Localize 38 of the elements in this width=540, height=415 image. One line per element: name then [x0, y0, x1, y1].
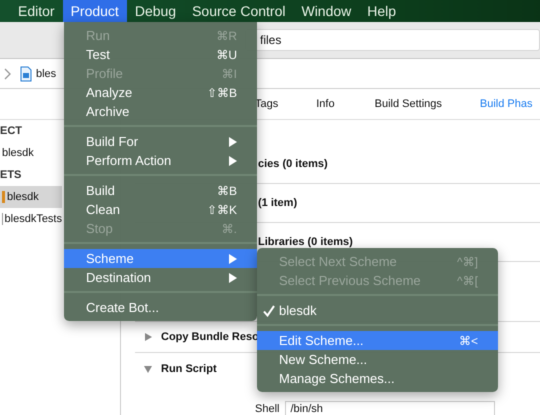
section-header: ECT — [0, 124, 23, 139]
menu-bar-item[interactable]: Source Control — [184, 0, 294, 22]
menu-item[interactable]: Create Bot... — [64, 298, 257, 317]
menu-item[interactable]: Analyze ⇧⌘B — [64, 83, 257, 102]
section-header: ETS — [0, 168, 22, 183]
menu-item[interactable]: Manage Schemes... — [257, 369, 498, 388]
file-name[interactable]: bles — [36, 68, 56, 80]
menu-item[interactable]: Scheme — [64, 249, 257, 268]
tab[interactable]: Build Settings — [374, 98, 442, 110]
menu-item[interactable]: New Scheme... — [257, 350, 498, 369]
tab[interactable]: Info — [316, 98, 335, 110]
shell-field[interactable]: /bin/sh — [285, 401, 496, 415]
tab[interactable]: Build Phas — [480, 98, 532, 110]
menu-item[interactable]: Clean ⇧⌘K — [64, 200, 257, 219]
phase-title: Libraries (0 items) — [258, 236, 353, 248]
menu-item[interactable]: Build ⌘B — [64, 181, 257, 200]
menu-item[interactable]: Destination — [64, 268, 257, 287]
menu-bar-item[interactable]: Window — [293, 0, 360, 22]
file-icon — [20, 66, 32, 82]
chevron-icon[interactable] — [4, 68, 12, 80]
menu-item[interactable]: Perform Action — [64, 151, 257, 170]
phase-title: (1 item) — [258, 197, 298, 209]
menu-item[interactable]: Build For — [64, 132, 257, 151]
menu-bar-item[interactable]: Editor — [10, 0, 63, 22]
menu-bar-item[interactable]: Debug — [126, 0, 184, 22]
sidebar-item[interactable]: blesdkTests — [0, 208, 62, 230]
disclosure-triangle-icon[interactable] — [143, 332, 153, 342]
menu-item[interactable]: blesdk — [257, 301, 498, 320]
phase-title: Run Script — [161, 363, 217, 375]
menu-bar-item[interactable]: Help — [359, 0, 404, 22]
menu-bar-item[interactable]: Product — [62, 0, 127, 22]
sidebar-item[interactable]: blesdk — [0, 142, 62, 164]
sidebar-item[interactable]: blesdk — [0, 186, 62, 208]
phase-title: cies (0 items) — [258, 158, 328, 170]
menu-item[interactable]: Archive — [64, 102, 257, 121]
menu-item[interactable]: Edit Scheme... ⌘< — [257, 331, 498, 350]
shell-label: Shell — [255, 403, 280, 415]
disclosure-triangle-icon[interactable] — [143, 364, 153, 374]
